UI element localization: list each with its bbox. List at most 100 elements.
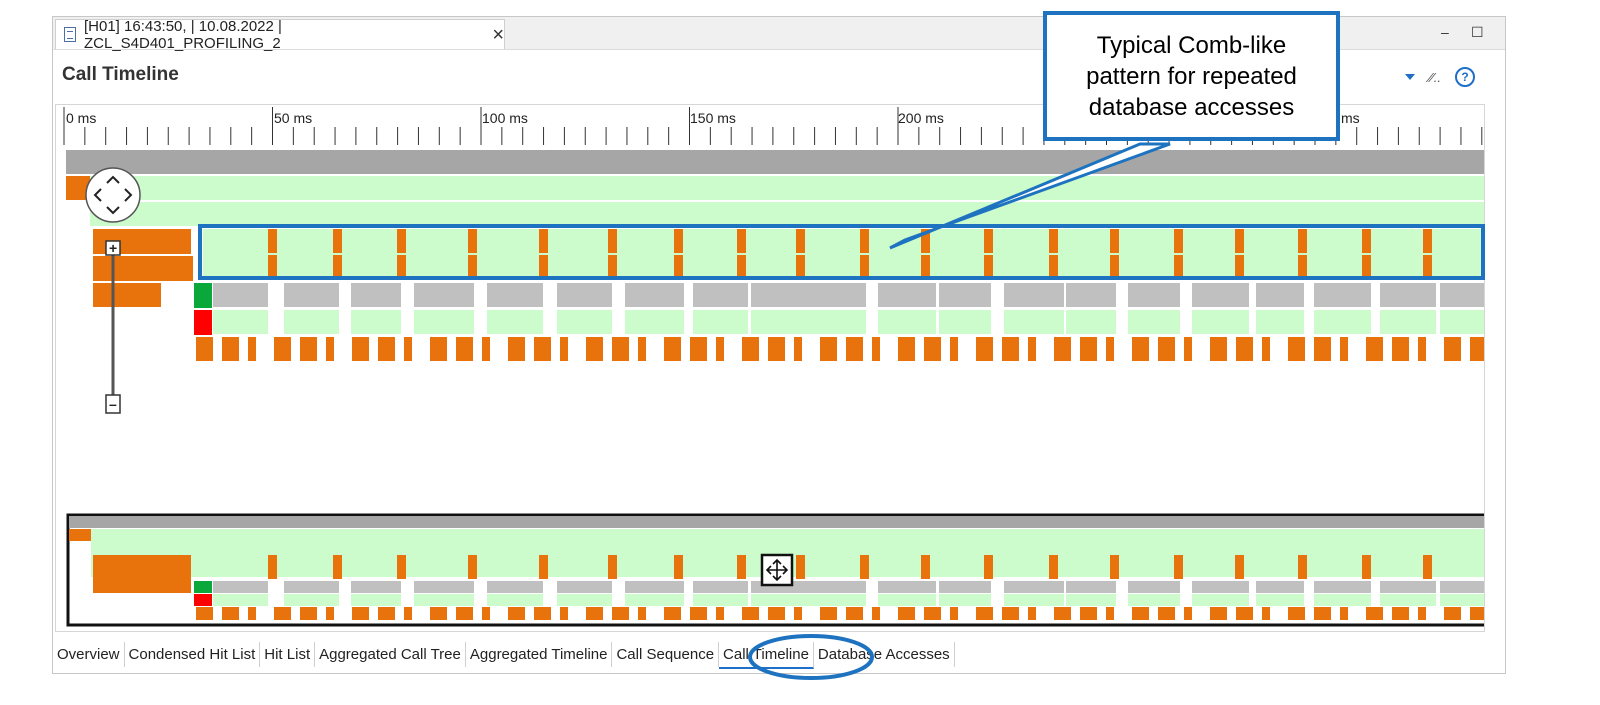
overview-leaf-bar <box>248 607 256 620</box>
overview-gray-bar <box>557 581 612 593</box>
overview-tooth <box>984 555 993 579</box>
overview-green-bar <box>557 594 612 606</box>
leaf-call-bar <box>1444 337 1461 361</box>
pin-icon[interactable]: ⁄⁄.. <box>1429 70 1441 85</box>
overview-green-bar <box>1128 594 1180 606</box>
gray-call-bar <box>213 283 268 307</box>
overview-gray-bar <box>284 581 339 593</box>
call-bar <box>90 202 1484 226</box>
db-access-tooth <box>268 255 277 279</box>
leaf-call-bar <box>482 337 490 361</box>
overview-leaf-bar <box>1314 607 1331 620</box>
leaf-call-bar <box>716 337 724 361</box>
overview-leaf-bar <box>508 607 525 620</box>
overview-green-bar <box>625 594 684 606</box>
help-icon[interactable]: ? <box>1455 67 1475 87</box>
ruler-label: 0 ms <box>66 110 96 126</box>
dropdown-menu-icon[interactable] <box>1405 74 1416 80</box>
green-call-bar <box>557 310 612 334</box>
db-access-tooth <box>1423 229 1432 253</box>
leaf-call-bar <box>898 337 915 361</box>
leaf-call-bar <box>768 337 785 361</box>
overview-gray-bar <box>1128 581 1180 593</box>
overview-leaf-bar <box>1366 607 1383 620</box>
overview-tooth <box>333 555 342 579</box>
green-call-bar <box>414 310 474 334</box>
maximize-button[interactable]: ☐ <box>1471 24 1484 41</box>
overview-tooth <box>608 555 617 579</box>
overview-green-bar <box>1380 594 1436 606</box>
gray-call-bar <box>1066 283 1116 307</box>
minimize-button[interactable]: – <box>1441 24 1449 40</box>
tab-aggregated-call-tree[interactable]: Aggregated Call Tree <box>315 642 466 667</box>
editor-tab[interactable]: [H01] 16:43:50, | 10.08.2022 | ZCL_S4D40… <box>55 17 505 52</box>
overview-leaf-bar <box>1470 607 1484 620</box>
db-access-tooth <box>1362 255 1371 279</box>
green-call-bar <box>939 310 991 334</box>
overview-leaf-bar <box>1210 607 1227 620</box>
leaf-call-bar <box>404 337 412 361</box>
db-access-tooth <box>1235 255 1244 279</box>
overview-leaf-bar <box>1392 607 1409 620</box>
document-icon <box>64 27 76 42</box>
tab-hit-list[interactable]: Hit List <box>260 642 316 667</box>
overview-gray-bar <box>414 581 474 593</box>
bottom-tab-bar: Overview Condensed Hit List Hit List Aggreg… <box>53 642 955 671</box>
overview-gray-bar <box>693 581 748 593</box>
tab-aggregated-timeline[interactable]: Aggregated Timeline <box>466 642 613 667</box>
overview-leaf-bar <box>872 607 880 620</box>
green-call-bar <box>751 310 814 334</box>
overview-leaf-bar <box>924 607 941 620</box>
leaf-call-bar <box>1080 337 1097 361</box>
leaf-call-bar <box>1262 337 1270 361</box>
plus-icon: + <box>109 240 117 256</box>
gray-call-bar <box>1256 283 1304 307</box>
db-access-tooth <box>333 229 342 253</box>
overview-leaf-bar <box>1288 607 1305 620</box>
leaf-call-bar <box>1366 337 1383 361</box>
editor-tab-title: [H01] 16:43:50, | 10.08.2022 | ZCL_S4D40… <box>83 17 282 52</box>
green-call-bar <box>1380 310 1436 334</box>
leaf-call-bar <box>1184 337 1192 361</box>
overview-tooth <box>1423 555 1432 579</box>
db-access-tooth <box>1235 229 1244 253</box>
overview-leaf-bar <box>716 607 724 620</box>
call-timeline-canvas[interactable]: 0 ms 50 ms 100 ms 150 ms 200 ms ms + – <box>55 104 1485 632</box>
close-icon[interactable]: × <box>492 25 504 45</box>
overview-tooth <box>468 555 477 579</box>
leaf-call-bar <box>1418 337 1426 361</box>
gray-call-bar <box>557 283 612 307</box>
green-call-bar <box>284 310 339 334</box>
tab-overview[interactable]: Overview <box>53 642 125 667</box>
leaf-call-bar <box>612 337 629 361</box>
db-access-tooth <box>1423 255 1432 279</box>
overview-leaf-bar <box>664 607 681 620</box>
call-bar <box>93 256 193 281</box>
leaf-call-bar <box>872 337 880 361</box>
overview-bar <box>93 555 191 593</box>
db-access-tooth <box>397 255 406 279</box>
comb-row <box>203 229 1484 279</box>
annotation-callout: Typical Comb-like pattern for repeated d… <box>1043 11 1340 141</box>
overview-leaf-bar <box>820 607 837 620</box>
status-red <box>194 310 212 335</box>
overview-gray-bar <box>487 581 543 593</box>
tab-condensed-hit-list[interactable]: Condensed Hit List <box>125 642 261 667</box>
db-access-tooth <box>608 255 617 279</box>
overview-tooth <box>1298 555 1307 579</box>
tab-call-sequence[interactable]: Call Sequence <box>612 642 720 667</box>
overview-green-bar <box>878 594 936 606</box>
green-call-bar <box>213 310 268 334</box>
db-access-tooth <box>539 229 548 253</box>
gray-call-bar <box>414 283 474 307</box>
timeline-graphic[interactable]: 0 ms 50 ms 100 ms 150 ms 200 ms ms + – <box>56 105 1484 631</box>
green-call-bar <box>1066 310 1116 334</box>
gray-call-bar <box>1314 283 1371 307</box>
leaf-call-bar <box>664 337 681 361</box>
overview-tooth <box>674 555 683 579</box>
overview-gray-bar <box>213 581 268 593</box>
green-call-bar <box>1004 310 1064 334</box>
tab-call-timeline[interactable]: Call Timeline <box>719 642 814 669</box>
leaf-call-bar <box>1392 337 1409 361</box>
tab-database-accesses[interactable]: Database Accesses <box>814 642 955 667</box>
